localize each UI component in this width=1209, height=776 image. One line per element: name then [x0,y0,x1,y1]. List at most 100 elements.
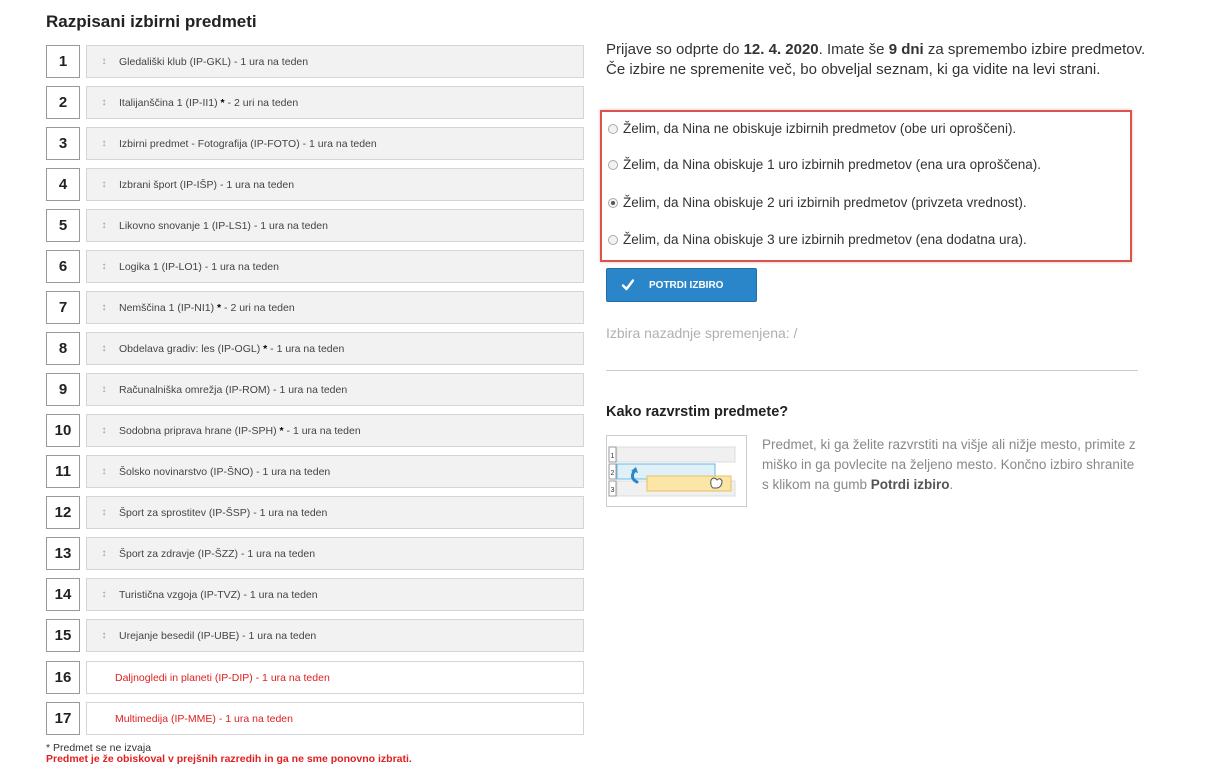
option-two-hours[interactable]: Želim, da Nina obiskuje 2 uri izbirnih p… [608,195,1027,210]
draggable-subject[interactable]: ↕ Šolsko novinarstvo (IP-ŠNO) - 1 ura na … [86,455,584,488]
draggable-subject[interactable]: ↕ Gledališki klub (IP-GKL) - 1 ura na ted… [86,45,584,78]
help-heading: Kako razvrstim predmete? [606,404,789,420]
subject-label: Sodobna priprava hrane (IP-SPH) * - 1 ur… [119,425,361,437]
info-days-left: 9 dni [888,41,924,58]
radio-button[interactable] [608,197,618,208]
subject-label: Izbrani šport (IP-IŠP) - 1 ura na teden [119,178,295,191]
info-text-part1: Prijave so odprte do [606,41,744,58]
draggable-subject[interactable]: ↕ Sodobna priprava hrane (IP-SPH) * - 1 u… [86,414,584,447]
option-no-hours[interactable]: Želim, da Nina ne obiskuje izbirnih pred… [608,121,1016,136]
checkmark-icon [621,279,635,291]
page-title: Razpisani izbirni predmeti [46,12,257,31]
subject-row: 17 Multimedija (IP-MME) - 1 ura na teden [46,702,584,735]
drag-handle-icon[interactable]: ↕ [97,630,111,641]
subject-label: Šport za zdravje (IP-ŠZZ) - 1 ura na ted… [119,547,316,560]
subject-label: Daljnogledi in planeti (IP-DIP) - 1 ura … [115,671,330,684]
subject-row[interactable]: 11 ↕ Šolsko novinarstvo (IP-ŠNO) - 1 ura n… [46,455,584,488]
subject-row[interactable]: 10 ↕ Sodobna priprava hrane (IP-SPH) * - 1… [46,414,584,447]
subject-row[interactable]: 8 ↕ Obdelava gradiv: les (IP-OGL) * - 1 ur… [46,332,584,365]
drag-handle-icon[interactable]: ↕ [97,343,111,354]
draggable-subject[interactable]: ↕ Turistična vzgoja (IP-TVZ) - 1 ura na t… [86,578,584,611]
subject-row[interactable]: 3 ↕ Izbirni predmet - Fotografija (IP-FOTO… [46,127,584,160]
subject-row[interactable]: 5 ↕ Likovno snovanje 1 (IP-LS1) - 1 ura na… [46,209,584,242]
subject-label-hours: - 1 ura na teden [283,424,361,437]
subject-row[interactable]: 15 ↕ Urejanje besedil (IP-UBE) - 1 ura na … [46,619,584,652]
registration-info: Prijave so odprte do 12. 4. 2020. Imate … [606,40,1151,80]
hours-choice-panel: Želim, da Nina ne obiskuje izbirnih pred… [600,110,1132,262]
fig-num-3: 3 [611,487,615,494]
drag-handle-icon[interactable]: ↕ [97,220,111,231]
subject-label: Nemščina 1 (IP-NI1) * - 2 uri na teden [119,302,295,314]
drag-illustration-image: 1 2 3 [608,446,736,497]
subject-label-name: Nemščina 1 (IP-NI1) [119,301,215,314]
drag-handle-icon[interactable]: ↕ [97,138,111,149]
subject-rank-number: 2 [46,86,80,119]
draggable-subject[interactable]: ↕ Računalniška omrežja (IP-ROM) - 1 ura n… [86,373,584,406]
option-three-hours[interactable]: Želim, da Nina obiskuje 3 ure izbirnih p… [608,232,1027,247]
draggable-subject[interactable]: ↕ Šport za zdravje (IP-ŠZZ) - 1 ura na te… [86,537,584,570]
radio-button[interactable] [608,123,618,134]
subject-label-name: Sodobna priprava hrane (IP-SPH) [119,424,277,437]
draggable-subject[interactable]: ↕ Šport za sprostitev (IP-ŠSP) - 1 ura na… [86,496,584,529]
draggable-subject[interactable]: ↕ Urejanje besedil (IP-UBE) - 1 ura na te… [86,619,584,652]
footnote-already-taken: Predmet je že obiskoval v prejšnih razre… [46,753,412,765]
subject-rank-number: 13 [46,537,80,570]
radio-button[interactable] [608,234,618,245]
drag-handle-icon[interactable]: ↕ [97,425,111,436]
subject-rank-number: 7 [46,291,80,324]
drag-illustration: 1 2 3 [606,435,747,507]
subject-row[interactable]: 6 ↕ Logika 1 (IP-LO1) - 1 ura na teden [46,250,584,283]
drag-handle-icon[interactable]: ↕ [97,97,111,108]
draggable-subject[interactable]: ↕ Izbrani šport (IP-IŠP) - 1 ura na teden [86,168,584,201]
unavailable-subject: Daljnogledi in planeti (IP-DIP) - 1 ura … [86,661,584,694]
drag-handle-icon[interactable]: ↕ [97,548,111,559]
subject-label: Turistična vzgoja (IP-TVZ) - 1 ura na te… [119,588,318,601]
subject-label: Multimedija (IP-MME) - 1 ura na teden [115,712,293,725]
drag-handle-icon[interactable]: ↕ [97,384,111,395]
subject-row[interactable]: 9 ↕ Računalniška omrežja (IP-ROM) - 1 ura … [46,373,584,406]
unavailable-subject: Multimedija (IP-MME) - 1 ura na teden [86,702,584,735]
subject-label-hours: - 2 uri na teden [221,301,295,314]
subject-row[interactable]: 1 ↕ Gledališki klub (IP-GKL) - 1 ura na te… [46,45,584,78]
subject-rank-number: 12 [46,496,80,529]
subject-rank-number: 10 [46,414,80,447]
confirm-choice-button[interactable]: POTRDI IZBIRO [606,268,757,302]
draggable-subject[interactable]: ↕ Logika 1 (IP-LO1) - 1 ura na teden [86,250,584,283]
draggable-subject[interactable]: ↕ Likovno snovanje 1 (IP-LS1) - 1 ura na … [86,209,584,242]
drag-handle-icon[interactable]: ↕ [97,589,111,600]
radio-button[interactable] [608,159,618,170]
subject-label: Računalniška omrežja (IP-ROM) - 1 ura na… [119,383,348,396]
subject-label: Likovno snovanje 1 (IP-LS1) - 1 ura na t… [119,219,328,232]
draggable-subject[interactable]: ↕ Izbirni predmet - Fotografija (IP-FOTO)… [86,127,584,160]
subject-rank-number: 17 [46,702,80,735]
subject-label: Šolsko novinarstvo (IP-ŠNO) - 1 ura na t… [119,465,331,478]
subject-row[interactable]: 12 ↕ Šport za sprostitev (IP-ŠSP) - 1 ura … [46,496,584,529]
subject-row[interactable]: 4 ↕ Izbrani šport (IP-IŠP) - 1 ura na tede… [46,168,584,201]
subject-rank-number: 15 [46,619,80,652]
option-label: Želim, da Nina obiskuje 1 uro izbirnih p… [623,157,1041,172]
drag-handle-icon[interactable]: ↕ [97,56,111,67]
last-changed-status: Izbira nazadnje spremenjena: / [606,325,798,341]
subject-row[interactable]: 2 ↕ Italijanščina 1 (IP-II1) * - 2 uri na … [46,86,584,119]
drag-handle-icon[interactable]: ↕ [97,507,111,518]
page: { "left": { "title": "Razpisani izbirni … [0,0,1209,776]
draggable-subject[interactable]: ↕ Obdelava gradiv: les (IP-OGL) * - 1 ura… [86,332,584,365]
option-label: Želim, da Nina obiskuje 2 uri izbirnih p… [623,195,1027,210]
divider [606,370,1138,371]
subject-row[interactable]: 13 ↕ Šport za zdravje (IP-ŠZZ) - 1 ura na … [46,537,584,570]
subject-label: Izbirni predmet - Fotografija (IP-FOTO) … [119,137,377,150]
info-text-part2: . Imate še [818,41,889,58]
option-one-hour[interactable]: Želim, da Nina obiskuje 1 uro izbirnih p… [608,157,1041,172]
drag-handle-icon[interactable]: ↕ [97,466,111,477]
drag-handle-icon[interactable]: ↕ [97,179,111,190]
drag-handle-icon[interactable]: ↕ [97,302,111,313]
subject-label: Italijanščina 1 (IP-II1) * - 2 uri na te… [119,97,298,109]
subject-row[interactable]: 7 ↕ Nemščina 1 (IP-NI1) * - 2 uri na teden [46,291,584,324]
info-deadline-date: 12. 4. 2020 [743,41,819,58]
option-label: Želim, da Nina ne obiskuje izbirnih pred… [623,121,1017,136]
drag-handle-icon[interactable]: ↕ [97,261,111,272]
draggable-subject[interactable]: ↕ Italijanščina 1 (IP-II1) * - 2 uri na t… [86,86,584,119]
subject-row[interactable]: 14 ↕ Turistična vzgoja (IP-TVZ) - 1 ura na… [46,578,584,611]
draggable-subject[interactable]: ↕ Nemščina 1 (IP-NI1) * - 2 uri na teden [86,291,584,324]
help-description: Predmet, ki ga želite razvrstiti na višj… [762,435,1142,495]
